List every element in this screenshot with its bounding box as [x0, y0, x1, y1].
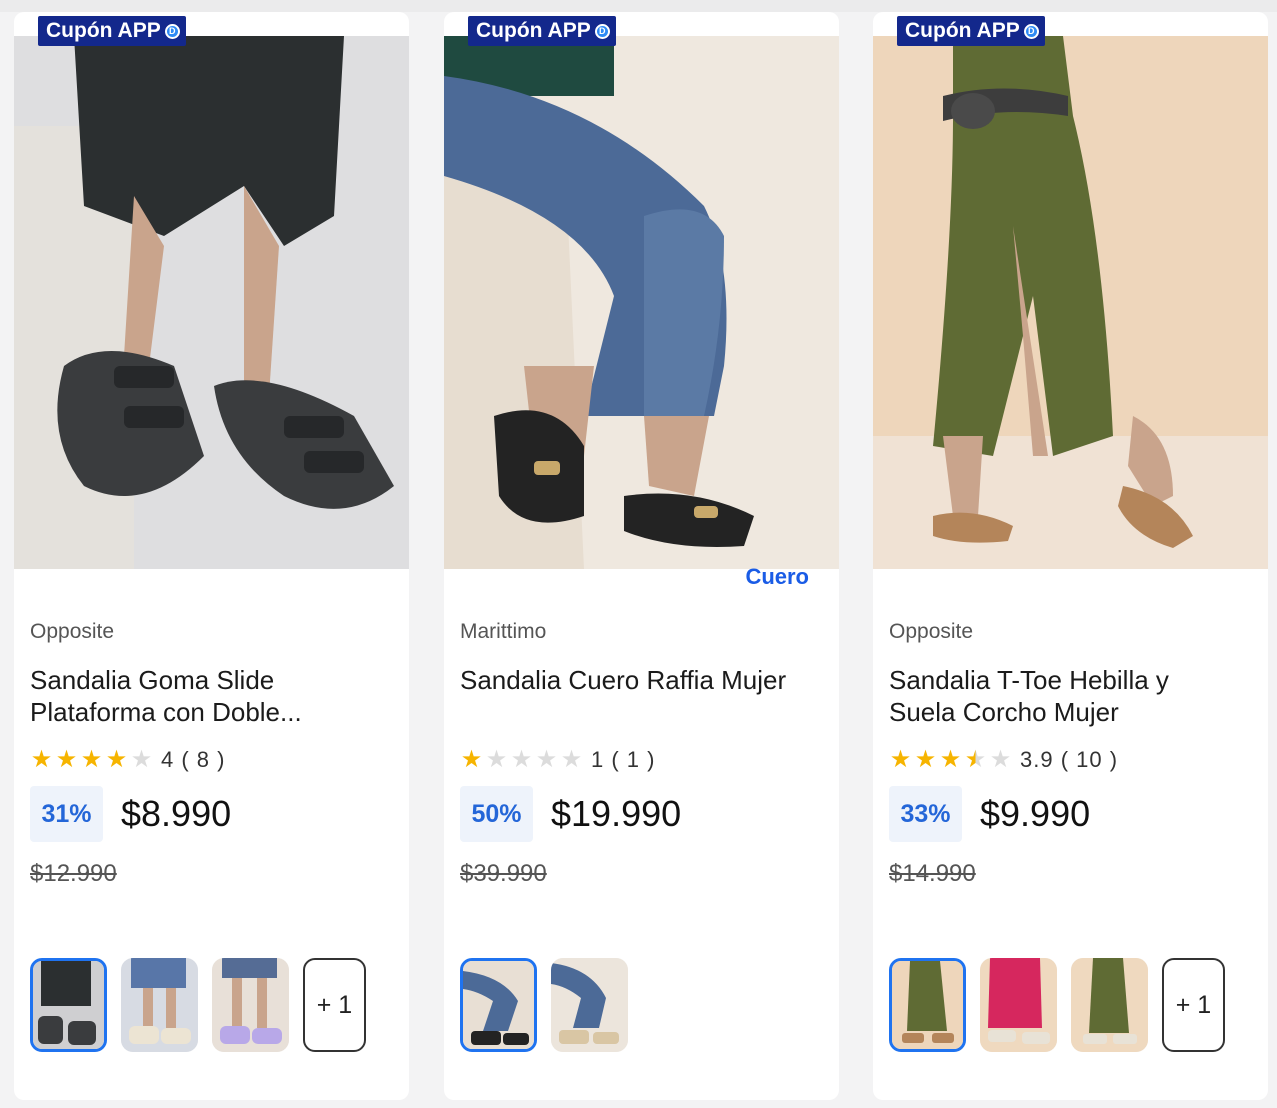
original-price: $12.990	[30, 860, 117, 887]
product-price: $9.990	[980, 793, 1091, 834]
rating-stars: ★ ★ ★ ★ ★	[889, 748, 1012, 772]
product-card[interactable]: Cupón APP D Opposite Sandalia T-Toe Hebi…	[873, 12, 1268, 1100]
star-icon: ★	[989, 746, 1012, 773]
color-swatch[interactable]	[1071, 958, 1148, 1052]
original-price: $39.990	[460, 860, 547, 887]
rating-count: 1 ( 1 )	[591, 747, 656, 772]
star-icon: ★	[939, 746, 962, 773]
product-rating: ★ ★ ★ ★ ★ 4 ( 8 )	[30, 746, 225, 774]
star-icon: ★	[914, 746, 937, 773]
discount-badge: 31%	[30, 786, 103, 842]
product-price: $19.990	[551, 793, 682, 834]
coupon-badge: Cupón APP D	[38, 16, 186, 46]
color-swatches	[460, 958, 628, 1052]
product-rating: ★ ★ ★ ★ ★ 3.9 ( 10 )	[889, 746, 1118, 774]
color-swatch[interactable]	[121, 958, 198, 1052]
star-icon: ★	[105, 746, 128, 773]
rating-count: 4 ( 8 )	[161, 747, 226, 772]
star-icon: ★	[80, 746, 103, 773]
color-swatch[interactable]	[980, 958, 1057, 1052]
rating-count: 3.9 ( 10 )	[1020, 747, 1119, 772]
color-swatch[interactable]	[30, 958, 107, 1052]
rating-stars: ★ ★ ★ ★ ★	[460, 748, 583, 772]
product-card[interactable]: Cupón APP D Cuero Marittimo Sandalia Cue…	[444, 12, 839, 1100]
more-colors-button[interactable]: + 1	[303, 958, 366, 1052]
app-icon: D	[594, 23, 610, 39]
material-tag: Cuero	[745, 564, 809, 589]
coupon-badge: Cupón APP D	[897, 16, 1045, 46]
product-card[interactable]: Cupón APP D Opposite Sandalia Goma Slide…	[14, 12, 409, 1100]
star-icon: ★	[889, 746, 912, 773]
coupon-label: Cupón APP	[905, 19, 1020, 42]
star-icon: ★	[510, 746, 533, 773]
original-price: $14.990	[889, 860, 976, 887]
star-icon: ★	[560, 746, 583, 773]
app-icon: D	[1023, 23, 1039, 39]
product-image[interactable]	[873, 36, 1268, 569]
app-icon: D	[164, 23, 180, 39]
color-swatch[interactable]	[212, 958, 289, 1052]
star-icon: ★	[55, 746, 78, 773]
more-colors-button[interactable]: + 1	[1162, 958, 1225, 1052]
product-brand: Opposite	[889, 620, 974, 643]
color-swatch[interactable]	[460, 958, 537, 1052]
product-title[interactable]: Sandalia Cuero Raffia Mujer	[460, 664, 805, 696]
product-brand: Marittimo	[460, 620, 547, 643]
color-swatch[interactable]	[889, 958, 966, 1052]
star-icon: ★	[485, 746, 508, 773]
color-swatches: + 1	[889, 958, 1225, 1052]
star-icon: ★	[130, 746, 153, 773]
half-star-icon: ★	[964, 746, 987, 773]
product-image[interactable]	[14, 36, 409, 569]
product-title[interactable]: Sandalia T-Toe Hebilla y Suela Corcho Mu…	[889, 664, 1234, 728]
product-image[interactable]	[444, 36, 839, 569]
rating-stars: ★ ★ ★ ★ ★	[30, 748, 153, 772]
star-icon: ★	[30, 746, 53, 773]
product-title[interactable]: Sandalia Goma Slide Plataforma con Doble…	[30, 664, 375, 728]
color-swatches: + 1	[30, 958, 366, 1052]
product-price: $8.990	[121, 793, 232, 834]
product-rating: ★ ★ ★ ★ ★ 1 ( 1 )	[460, 746, 655, 774]
discount-badge: 33%	[889, 786, 962, 842]
star-icon: ★	[535, 746, 558, 773]
color-swatch[interactable]	[551, 958, 628, 1052]
coupon-label: Cupón APP	[46, 19, 161, 42]
star-icon: ★	[460, 746, 483, 773]
top-divider	[0, 0, 1277, 12]
product-brand: Opposite	[30, 620, 115, 643]
discount-badge: 50%	[460, 786, 533, 842]
coupon-label: Cupón APP	[476, 19, 591, 42]
coupon-badge: Cupón APP D	[468, 16, 616, 46]
